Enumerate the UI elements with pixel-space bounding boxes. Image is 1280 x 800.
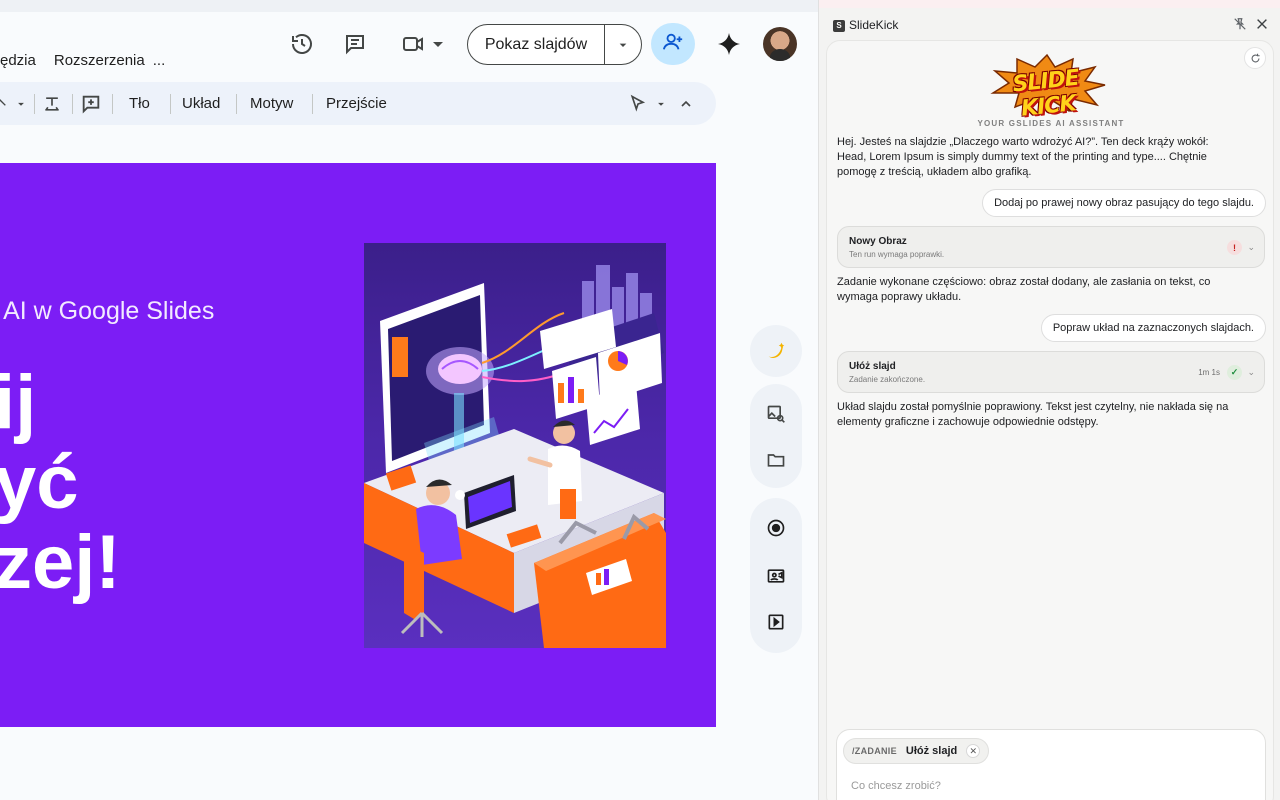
command-value: Ułóż slajd (905, 745, 958, 757)
panel-header: S SlideKick (819, 8, 1280, 40)
add-person-icon (662, 31, 684, 58)
addon-rail-bottom (750, 498, 802, 653)
slidekick-panel: S SlideKick SLIDE KICK YOUR GSLIDES AI A… (818, 0, 1280, 800)
video-call-icon[interactable] (397, 28, 429, 60)
slides-editor: ędzia Rozszerzenia ... Pokaz slajdów Tło… (0, 0, 818, 800)
assistant-message-success: Układ slajdu został pomyślnie poprawiony… (837, 401, 1229, 428)
theme-button[interactable]: Motyw (250, 82, 293, 125)
task-status-text: Zadanie zakończone. (849, 375, 926, 384)
slide-subtitle[interactable]: i AI w Google Slides (0, 297, 214, 326)
folder-icon[interactable] (764, 448, 788, 472)
command-prefix: /ZADANIE (852, 746, 897, 756)
toolbar-divider (34, 94, 35, 114)
ai-workspace-illustration (364, 265, 666, 648)
history-icon[interactable] (286, 28, 318, 60)
expand-chevron-icon[interactable]: ⌄ (1247, 242, 1255, 253)
record-icon[interactable] (764, 516, 788, 540)
task-name: Ułóż slajd (849, 361, 896, 372)
panel-title: SlideKick (849, 18, 899, 32)
line-tool-icon[interactable] (0, 82, 12, 125)
task-card-arrange-slide[interactable]: Ułóż slajd Zadanie zakończone. 1m 1s ✓ ⌄ (837, 351, 1265, 393)
add-comment-icon[interactable] (80, 82, 102, 125)
play-presentation-icon[interactable] (764, 610, 788, 634)
text-format-icon[interactable] (42, 82, 62, 125)
addon-rail-middle (750, 384, 802, 488)
slide-canvas[interactable]: i AI w Google Slides ij yć zej! (0, 163, 716, 727)
slidekick-app-icon: S (833, 20, 845, 32)
logo-text: SLIDE KICK (1011, 65, 1080, 122)
slide-headline[interactable]: ij yć zej! (0, 363, 121, 603)
slideshow-button[interactable]: Pokaz slajdów (467, 24, 642, 65)
warning-icon: ! (1227, 240, 1242, 255)
menu-tools[interactable]: ędzia (0, 52, 36, 69)
task-status-text: Ten run wymaga poprawki. (849, 250, 945, 259)
command-chip[interactable]: /ZADANIE Ułóż slajd ✕ (843, 738, 990, 764)
task-duration: 1m 1s (1198, 368, 1220, 377)
composer-input[interactable]: Co chcesz zrobić? (851, 780, 941, 792)
window-top-strip (0, 0, 818, 12)
chat-card: SLIDE KICK YOUR GSLIDES AI ASSISTANT Hej… (826, 40, 1274, 800)
unpin-icon[interactable] (1233, 17, 1249, 33)
menu-more[interactable]: ... (153, 52, 166, 69)
gemini-spark-icon[interactable] (713, 28, 745, 60)
cursor-options-icon[interactable] (654, 82, 668, 125)
comment-icon[interactable] (339, 28, 371, 60)
user-message-fix-layout: Popraw układ na zaznaczonych slajdach. (1040, 314, 1266, 342)
assistant-message-intro: Hej. Jesteś na slajdzie „Dlaczego warto … (837, 136, 1209, 178)
task-card-new-image[interactable]: Nowy Obraz Ten run wymaga poprawki. ! ⌄ (837, 226, 1265, 268)
line-options-icon[interactable] (14, 82, 28, 125)
message-composer[interactable]: /ZADANIE Ułóż slajd ✕ Co chcesz zrobić? (836, 729, 1266, 800)
slidekick-logo: SLIDE KICK (977, 53, 1117, 122)
image-search-icon[interactable] (764, 402, 788, 426)
ai-workspace-image[interactable] (364, 243, 666, 648)
select-cursor-icon[interactable] (628, 82, 648, 125)
toolbar-divider (236, 94, 237, 114)
assistant-message-partial: Zadanie wykonane częściowo: obraz został… (837, 276, 1211, 303)
share-button[interactable] (651, 23, 695, 65)
headline-line-2: yć (0, 440, 79, 525)
user-avatar[interactable] (763, 27, 797, 61)
editor-toolbar: Tło Układ Motyw Przejście (0, 82, 716, 125)
expand-chevron-icon[interactable]: ⌄ (1247, 367, 1255, 378)
task-name: Nowy Obraz (849, 236, 907, 247)
slideshow-options-icon[interactable] (605, 37, 641, 53)
toolbar-divider (312, 94, 313, 114)
layout-button[interactable]: Układ (182, 82, 220, 125)
headline-line-3: zej! (0, 520, 121, 605)
addon-rail-top (750, 325, 802, 377)
refresh-icon[interactable] (1244, 47, 1266, 69)
check-icon: ✓ (1227, 365, 1242, 380)
panel-tagline: YOUR GSLIDES AI ASSISTANT (977, 119, 1125, 128)
panel-top-strip (819, 0, 1280, 8)
remove-command-icon[interactable]: ✕ (966, 744, 981, 758)
collapse-toolbar-icon[interactable] (678, 82, 694, 125)
toolbar-divider (72, 94, 73, 114)
camera-record-icon[interactable] (764, 564, 788, 588)
toolbar-divider (170, 94, 171, 114)
toolbar-divider (112, 94, 113, 114)
headline-line-1: ij (0, 360, 37, 445)
chevron-down-icon[interactable] (426, 28, 450, 60)
menu-extensions[interactable]: Rozszerzenia (54, 52, 145, 69)
close-icon[interactable] (1255, 17, 1271, 33)
banana-addon-icon[interactable] (764, 339, 788, 363)
transition-button[interactable]: Przejście (326, 82, 387, 125)
user-message-add-image: Dodaj po prawej nowy obraz pasujący do t… (982, 189, 1266, 217)
menu-bar: ędzia Rozszerzenia ... (0, 52, 165, 69)
slideshow-label: Pokaz slajdów (468, 25, 605, 64)
background-button[interactable]: Tło (129, 82, 150, 125)
